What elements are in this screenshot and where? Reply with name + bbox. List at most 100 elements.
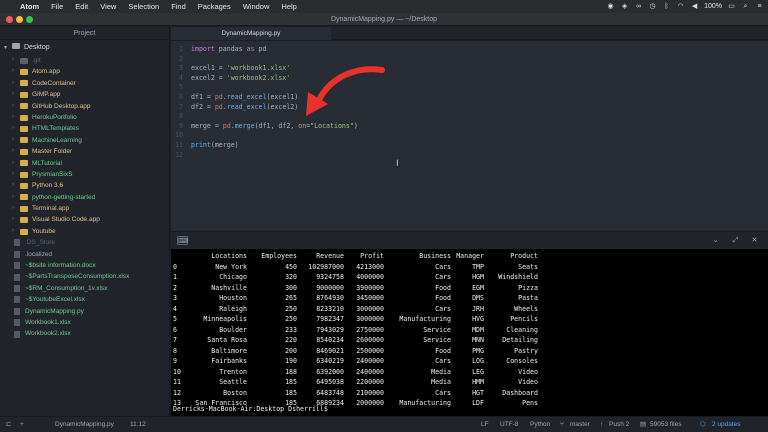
terminal-output[interactable]: Locations Employees Revenue Profit Business M… xyxy=(171,249,768,416)
dropbox-icon[interactable]: ◈ xyxy=(620,3,629,11)
file-icon xyxy=(14,330,20,338)
code-line[interactable]: 9 merge = pd.merge(df1, df2, on="Location… xyxy=(171,122,358,131)
status-cursor-position[interactable]: 11:12 xyxy=(130,417,146,432)
tree-item[interactable]: ~$bsite information.docx xyxy=(0,260,169,271)
panel-toggle-icon[interactable]: ⊏ xyxy=(6,417,11,432)
maximize-icon[interactable]: ⤢ xyxy=(730,236,741,245)
menu-selection[interactable]: Selection xyxy=(122,2,165,11)
tree-item[interactable]: › CodeContainer xyxy=(0,78,169,89)
status-files[interactable]: 59053 files xyxy=(650,417,681,432)
code-line[interactable]: 3 excel1 = 'workbook1.xlsx' xyxy=(171,64,290,73)
status-updates[interactable]: 2 updates xyxy=(712,417,741,432)
menu-window[interactable]: Window xyxy=(237,2,276,11)
tab-dynamicmapping[interactable]: DynamicMapping.py xyxy=(171,27,331,40)
code-line[interactable]: 11 print(merge) xyxy=(171,141,239,150)
code-line[interactable]: 5 xyxy=(171,83,191,92)
tree-item[interactable]: › HerokuPortfolio xyxy=(0,112,169,123)
tree-item[interactable]: Workbook1.xlsx xyxy=(0,317,169,328)
tree-item[interactable]: .localized xyxy=(0,249,169,260)
tree-item[interactable]: ~$PartsTransposeConsumption.xlsx xyxy=(0,271,169,282)
tree-item[interactable]: › Atom.app xyxy=(0,66,169,77)
code-token: 'workbook1.xlsx' xyxy=(226,64,291,73)
tree-item[interactable]: › HTMLTemplates xyxy=(0,123,169,134)
time-machine-icon[interactable]: ◷ xyxy=(648,3,657,11)
tree-root-label: Desktop xyxy=(23,44,50,51)
chevron-down-icon[interactable]: ⌄ xyxy=(710,236,721,245)
terminal-keyboard-icon[interactable]: ⌨ xyxy=(177,236,188,245)
tree-root-folder[interactable]: ▾ Desktop xyxy=(0,40,169,55)
tree-item[interactable]: › Visual Studio Code.app xyxy=(0,214,169,225)
code-line[interactable]: 7 df2 = pd.read_excel(excel2) xyxy=(171,103,298,112)
tree-item[interactable]: › Terminal.app xyxy=(0,203,169,214)
tree-item[interactable]: ~$RM_Consumption_1v.xlsx xyxy=(0,283,169,294)
tree-item-label: GitHub Desktop.app xyxy=(32,102,91,110)
close-icon[interactable]: ✕ xyxy=(749,236,760,245)
tree-item[interactable]: .DS_Store xyxy=(0,237,169,248)
battery-icon[interactable]: ▭ xyxy=(727,3,736,11)
status-line-ending[interactable]: LF xyxy=(481,417,489,432)
zoom-window-button[interactable] xyxy=(26,16,33,23)
tree-item-label: HerokuPortfolio xyxy=(32,113,77,121)
line-number: 7 xyxy=(179,102,183,111)
tree-header[interactable]: Project xyxy=(0,27,169,40)
terminal-cell: Food xyxy=(435,346,451,355)
tree-item[interactable]: › MachineLearning xyxy=(0,135,169,146)
tree-item[interactable]: › .git xyxy=(0,55,169,66)
tree-item[interactable]: › GIMP.app xyxy=(0,89,169,100)
tree-item[interactable]: › PrysmianSixS xyxy=(0,169,169,180)
menu-help[interactable]: Help xyxy=(275,2,302,11)
code-line[interactable]: 6 df1 = pd.read_excel(excel1) xyxy=(171,93,298,102)
add-icon[interactable]: + xyxy=(20,417,24,432)
code-line[interactable]: 4 excel2 = 'workbook2.xlsx' xyxy=(171,74,290,83)
spotlight-icon[interactable]: ⌕ xyxy=(741,3,750,11)
menu-find[interactable]: Find xyxy=(165,2,192,11)
notification-icon[interactable]: ≡ xyxy=(755,3,764,11)
battery-percent: 100% xyxy=(704,3,722,10)
code-line[interactable]: 8 xyxy=(171,112,191,121)
status-grammar[interactable]: Python xyxy=(530,417,550,432)
tree-item[interactable]: DynamicMapping.py xyxy=(0,306,169,317)
chevron-right-icon: › xyxy=(12,193,14,200)
tree-item[interactable]: ~$YoutubeExcel.xlsx xyxy=(0,294,169,305)
code-token: as xyxy=(246,45,255,53)
tree-item[interactable]: › Youtube xyxy=(0,226,169,237)
code-token: (excel2) xyxy=(266,102,299,111)
wifi-icon[interactable]: ◠ xyxy=(676,3,685,11)
code-line[interactable]: 12 xyxy=(171,151,191,160)
status-file-name[interactable]: DynamicMapping.py xyxy=(55,417,114,432)
code-token: pd xyxy=(214,93,223,101)
terminal-cell: Pastry xyxy=(514,346,538,355)
menu-packages[interactable]: Packages xyxy=(192,2,237,11)
tree-item-label: .DS_Store xyxy=(25,239,55,247)
menu-view[interactable]: View xyxy=(94,2,122,11)
close-window-button[interactable] xyxy=(6,16,13,23)
tree-item[interactable]: › Master Folder xyxy=(0,146,169,157)
tree-item[interactable]: › python-getting-started xyxy=(0,192,169,203)
code-editor[interactable]: 1 import pandas as pd 2 3 excel1 = 'workbook… xyxy=(171,41,768,231)
terminal-cell: Wheels xyxy=(514,304,538,313)
terminal-cell: 2 xyxy=(173,283,177,292)
terminal-cell: 450 xyxy=(285,262,297,271)
tree-item[interactable]: Workbook2.xlsx xyxy=(0,328,169,339)
status-encoding[interactable]: UTF-8 xyxy=(500,417,518,432)
menu-file[interactable]: File xyxy=(45,2,69,11)
creative-cloud-icon[interactable]: ∞ xyxy=(634,3,643,11)
code-line[interactable]: 10 xyxy=(171,131,191,140)
tree-item[interactable]: › GitHub Desktop.app xyxy=(0,101,169,112)
minimize-window-button[interactable] xyxy=(16,16,23,23)
status-branch[interactable]: master xyxy=(570,417,590,432)
tree-item[interactable]: › Python 3.6 xyxy=(0,180,169,191)
tree-item-label: Workbook2.xlsx xyxy=(25,330,71,338)
code-line[interactable]: 1 import pandas as pd xyxy=(171,45,266,54)
volume-icon[interactable]: ◀ xyxy=(690,3,699,11)
chevron-right-icon: › xyxy=(12,182,14,189)
menu-app[interactable]: Atom xyxy=(14,2,45,11)
menu-edit[interactable]: Edit xyxy=(69,2,94,11)
project-tree[interactable]: Project ▾ Desktop › .git › Atom.app › CodeCon… xyxy=(0,27,170,416)
code-line[interactable]: 2 xyxy=(171,55,191,64)
camera-icon[interactable]: ◉ xyxy=(606,3,615,11)
status-push[interactable]: Push 2 xyxy=(609,417,629,432)
tree-item[interactable]: › MLTutorial xyxy=(0,158,169,169)
file-icon xyxy=(14,307,20,315)
bluetooth-icon[interactable]: ᛒ xyxy=(662,3,671,11)
